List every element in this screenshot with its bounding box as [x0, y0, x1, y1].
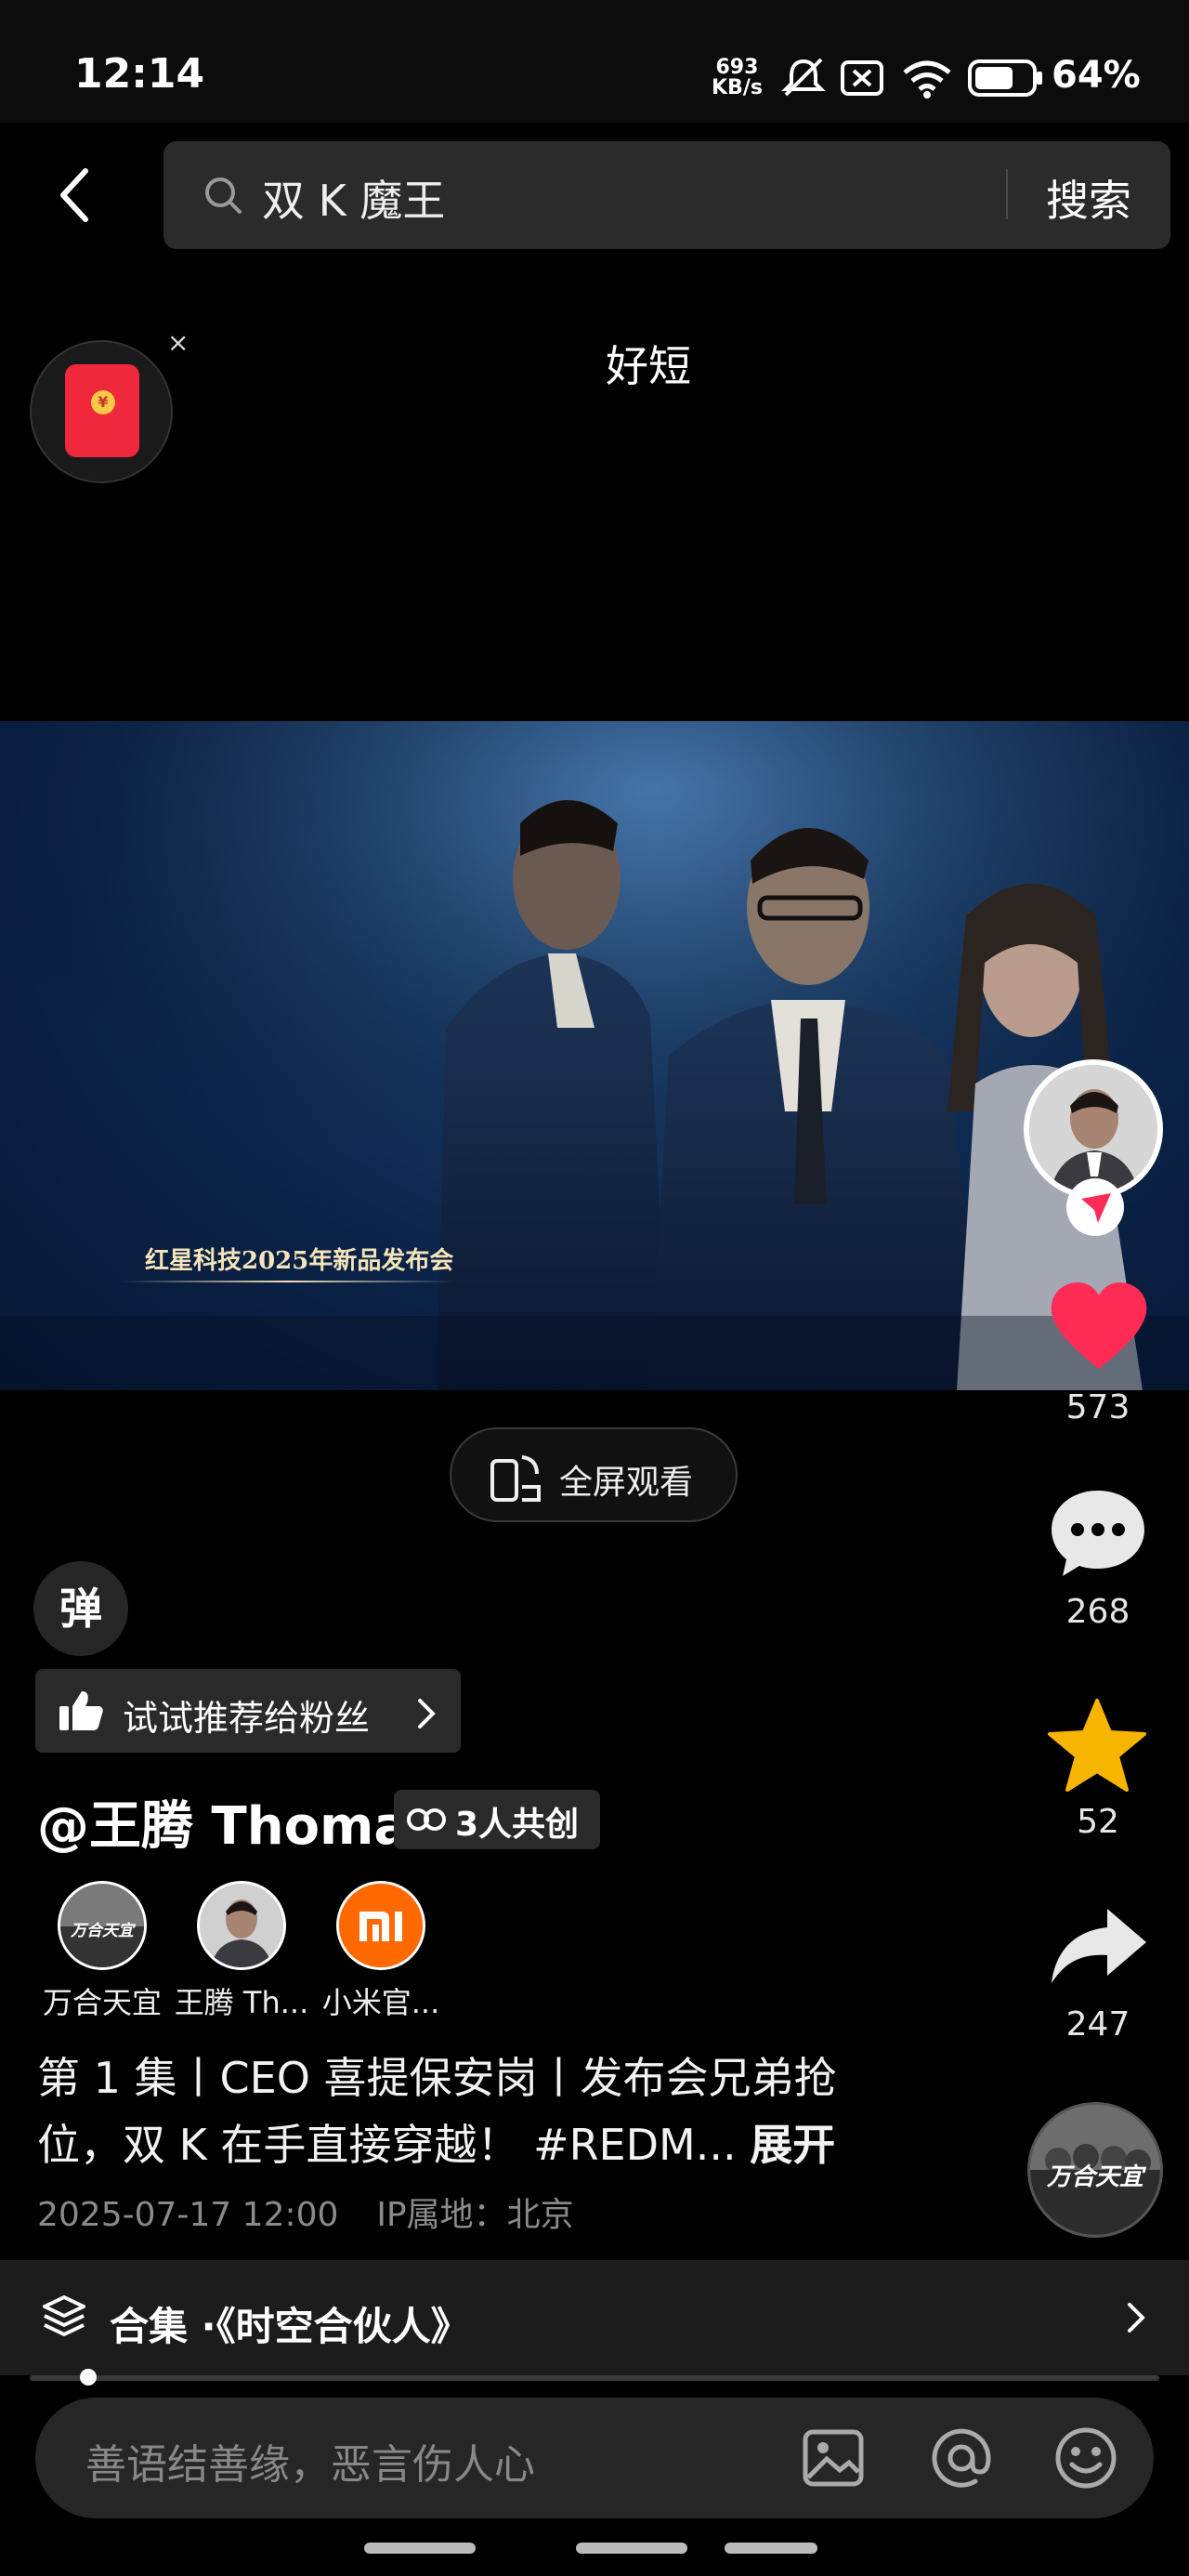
music-disc-avatar[interactable]: 万合天宜: [1027, 2102, 1163, 2238]
close-icon[interactable]: ×: [167, 327, 189, 358]
video-caption-top: 好短: [606, 341, 691, 391]
video-player[interactable]: [0, 721, 1189, 1390]
expand-link[interactable]: 展开: [750, 2120, 835, 2170]
gesture-handle: [576, 2543, 687, 2554]
danmaku-toggle-button[interactable]: 弹: [33, 1561, 128, 1656]
avatar-portrait: [1029, 1065, 1157, 1193]
video-frame-illustration: [0, 721, 1189, 1390]
coin-icon: ¥: [91, 390, 115, 414]
emoji-icon[interactable]: [1053, 2425, 1118, 2491]
layers-icon: [43, 2295, 85, 2336]
search-button[interactable]: 搜索: [1046, 167, 1131, 229]
fullscreen-label: 全屏观看: [559, 1464, 694, 1502]
cocreate-label: 3人共创: [455, 1806, 580, 1844]
network-speed-unit: KB/s: [712, 76, 763, 99]
network-speed: 693 KB/s: [712, 58, 763, 99]
video-progress-track[interactable]: [30, 2375, 1159, 2381]
svg-text:万合天宜: 万合天宜: [70, 1922, 137, 1940]
video-description[interactable]: 第 1 集丨CEO 喜提保安岗丨发布会兄弟抢位，双 K 在手直接穿越！ #RED…: [37, 2044, 892, 2178]
share-arrow-icon[interactable]: [1048, 1905, 1150, 1989]
video-overlay-caption: 红星科技2025年新品发布会: [145, 1247, 454, 1275]
chevron-right-icon: [418, 1699, 436, 1728]
chevron-right-icon: [1128, 2303, 1145, 2333]
cocreator-avatar-wanhetianyi[interactable]: 万合天宜: [58, 1881, 147, 1970]
cocreator-avatar-xiaomi[interactable]: [336, 1881, 425, 1970]
caption-underline: [121, 1281, 455, 1282]
wangteng-portrait: [200, 1884, 283, 1967]
wanhetianyi-small-logo: 万合天宜: [60, 1884, 144, 1967]
collection-label: 合集 ·《时空合伙人》: [110, 2304, 470, 2349]
favorite-count: 52: [1077, 1803, 1119, 1841]
favorite-star-icon[interactable]: [1046, 1697, 1148, 1795]
comment-placeholder: 善语结善缘，恶言伤人心: [85, 2441, 535, 2489]
share-count: 247: [1065, 2005, 1130, 2044]
back-arrow-icon[interactable]: [52, 165, 100, 225]
wanhetianyi-logo: 万合天宜: [1030, 2105, 1160, 2235]
xiaomi-logo-icon: [339, 1884, 423, 1967]
clock: 12:14: [74, 50, 205, 98]
comment-count: 268: [1065, 1593, 1130, 1631]
at-mention-icon[interactable]: [929, 2425, 994, 2491]
like-count: 573: [1065, 1388, 1130, 1426]
cocreator-name: 小米官...: [321, 1985, 440, 2020]
comment-icon[interactable]: [1048, 1487, 1148, 1580]
gesture-handle: [364, 2543, 476, 2554]
network-speed-value: 693: [715, 56, 759, 79]
description-text: 第 1 集丨CEO 喜提保安岗丨发布会兄弟抢位，双 K 在手直接穿越！ #RED…: [37, 2053, 837, 2170]
search-divider: [1006, 169, 1008, 219]
mute-icon: [781, 58, 826, 97]
wifi-icon: [903, 60, 951, 99]
author-name[interactable]: @王腾 Thomas: [37, 1784, 440, 1860]
gesture-handle: [725, 2543, 817, 2554]
rotate-screen-icon: [490, 1455, 541, 1502]
image-icon[interactable]: [803, 2429, 864, 2487]
battery-icon: [968, 59, 1042, 97]
ip-location: IP属地：北京: [376, 2196, 574, 2234]
svg-text:万合天宜: 万合天宜: [1046, 2163, 1147, 2191]
link-icon: [407, 1808, 446, 1831]
post-meta: 2025-07-17 12:00 IP属地：北京: [37, 2188, 574, 2236]
post-date: 2025-07-17 12:00: [37, 2196, 339, 2234]
follow-plane-icon: [1081, 1193, 1111, 1223]
recommend-label: 试试推荐给粉丝: [123, 1698, 371, 1739]
like-heart-icon[interactable]: [1048, 1281, 1150, 1373]
search-icon: [205, 177, 242, 214]
video-progress-handle[interactable]: [80, 2369, 97, 2385]
search-query[interactable]: 双 K 魔王: [262, 167, 445, 229]
cocreator-avatar-wangteng[interactable]: [197, 1881, 286, 1970]
thumbs-up-icon: [59, 1691, 103, 1730]
battery-percent: 64%: [1052, 54, 1141, 97]
sim-off-icon: [841, 60, 883, 96]
